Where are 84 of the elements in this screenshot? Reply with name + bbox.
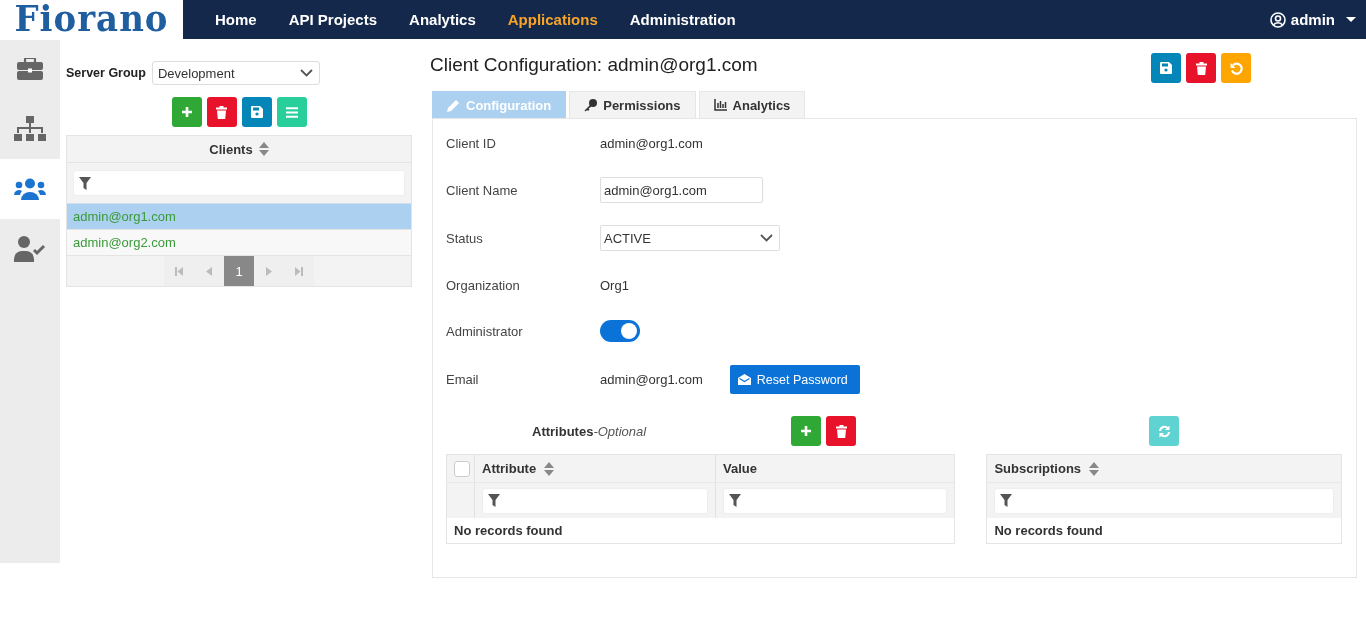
trash-icon xyxy=(835,424,847,438)
trash-icon xyxy=(1195,61,1207,75)
caret-icon xyxy=(1346,16,1356,23)
field-label: Administrator xyxy=(446,323,524,339)
field-value: admin@org1.com xyxy=(600,372,703,387)
plus-icon xyxy=(180,106,193,118)
pencil-icon xyxy=(447,98,460,112)
refresh-button[interactable] xyxy=(1149,416,1180,446)
sort-icon xyxy=(1089,461,1100,476)
filter-icon xyxy=(79,176,91,190)
delete-button[interactable] xyxy=(206,97,237,127)
filter-icon xyxy=(729,494,741,507)
left-arrow-icon xyxy=(206,266,212,276)
undo-button[interactable] xyxy=(1221,53,1251,83)
last-page-icon xyxy=(295,266,303,276)
tab[interactable]: Permissions xyxy=(569,91,696,118)
user-menu[interactable]: admin xyxy=(1269,11,1356,28)
column-header[interactable]: Attribute xyxy=(482,461,537,476)
save-button[interactable] xyxy=(241,97,272,127)
field-label: Server Group xyxy=(66,66,146,80)
nav-link[interactable]: Analytics xyxy=(393,11,492,28)
empty-message: No records found xyxy=(993,522,1104,540)
tab[interactable]: Analytics xyxy=(698,91,806,118)
client-name-field[interactable]: admin@org1.com xyxy=(600,177,763,203)
nav-link[interactable]: API Projects xyxy=(272,11,394,28)
field-value: admin@org1.com xyxy=(600,135,703,151)
menu-button[interactable] xyxy=(276,97,307,127)
plus-icon xyxy=(800,425,813,437)
first-page-icon xyxy=(175,266,183,276)
field-label: Organization xyxy=(446,277,521,293)
refresh-icon xyxy=(1157,424,1171,438)
sort-icon xyxy=(544,461,555,476)
status-dropdown[interactable]: ACTIVE xyxy=(600,225,780,251)
menu-icon xyxy=(285,106,298,118)
briefcase-icon xyxy=(17,58,43,80)
nav-link[interactable]: Home xyxy=(199,11,273,28)
column-header[interactable]: Subscriptions xyxy=(994,461,1082,476)
users-icon xyxy=(14,178,46,200)
filter-field[interactable] xyxy=(994,487,1334,514)
first-page-button[interactable] xyxy=(164,256,194,286)
toggle-switch[interactable] xyxy=(600,320,640,342)
logo: Fiorano xyxy=(0,0,183,40)
bar-chart-icon xyxy=(713,99,727,111)
filter-icon xyxy=(1000,494,1013,507)
column-header: Value xyxy=(723,461,757,476)
filter-field[interactable] xyxy=(73,170,405,196)
section-title: Attributes-Optional xyxy=(532,423,647,439)
envelope-icon xyxy=(737,374,751,385)
field-value: Org1 xyxy=(600,277,629,293)
delete-button[interactable] xyxy=(826,416,857,446)
filter-field[interactable] xyxy=(482,487,708,514)
delete-button[interactable] xyxy=(1186,53,1216,83)
server-group-dropdown[interactable]: Development xyxy=(151,61,320,85)
add-button[interactable] xyxy=(171,97,202,127)
previous-page-button[interactable] xyxy=(194,256,224,286)
nav-link[interactable]: Applications xyxy=(491,11,614,28)
user-circle-icon xyxy=(1269,11,1286,28)
chevron-down-icon xyxy=(299,69,313,77)
sort-icon xyxy=(258,142,269,156)
empty-message: No records found xyxy=(453,522,564,540)
reset-password-button[interactable]: Reset Password xyxy=(729,365,860,394)
add-button[interactable] xyxy=(791,416,822,446)
save-button[interactable] xyxy=(1151,53,1181,83)
sidebar-item[interactable] xyxy=(0,159,60,219)
page-button[interactable]: 1 xyxy=(224,256,254,286)
next-page-button[interactable] xyxy=(254,256,284,286)
trash-icon xyxy=(216,105,227,119)
key-icon xyxy=(584,98,598,112)
nav-link[interactable]: Administration xyxy=(613,11,752,28)
right-arrow-icon xyxy=(266,266,272,276)
last-page-button[interactable] xyxy=(284,256,314,286)
field-label: Client ID xyxy=(446,135,497,151)
filter-field[interactable] xyxy=(723,487,948,514)
page-title: Client Configuration: admin@org1.com xyxy=(430,54,758,76)
checkbox[interactable] xyxy=(454,460,470,477)
sitemap-icon xyxy=(14,116,46,142)
undo-icon xyxy=(1229,61,1243,75)
field-label: Status xyxy=(446,230,484,246)
filter-icon xyxy=(488,494,500,507)
field-label: Client Name xyxy=(446,182,519,198)
user-check-icon xyxy=(14,236,46,262)
column-header[interactable]: Clients xyxy=(209,141,253,157)
chevron-down-icon xyxy=(760,234,773,242)
field-label: Email xyxy=(446,372,480,387)
